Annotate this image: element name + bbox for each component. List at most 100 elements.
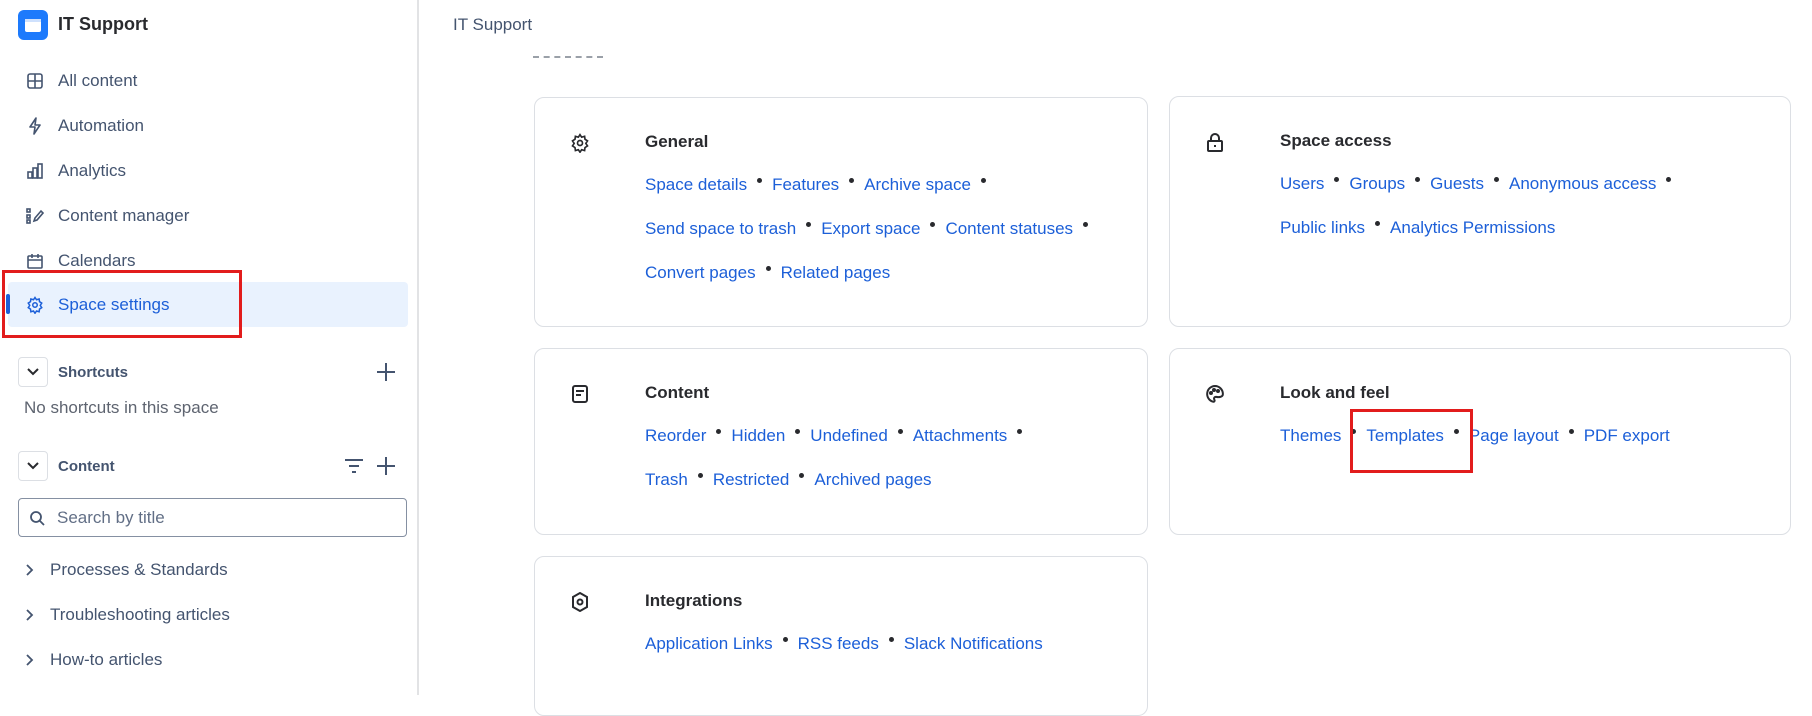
separator-bullet: [849, 177, 855, 183]
separator-bullet: [765, 265, 771, 271]
space-title[interactable]: IT Support: [58, 14, 148, 35]
link-hidden[interactable]: Hidden: [731, 426, 785, 446]
link-templates[interactable]: Templates: [1366, 426, 1443, 446]
breadcrumb-space[interactable]: IT Support: [453, 15, 532, 35]
clipped-heading: [533, 56, 603, 59]
link-row: Themes Templates Page layout PDF export: [1280, 414, 1670, 458]
link-pdf-export[interactable]: PDF export: [1584, 426, 1670, 446]
link-row: Convert pages Related pages: [645, 251, 1098, 295]
separator-bullet: [888, 636, 894, 642]
tree-item-processes-standards[interactable]: Processes & Standards: [24, 552, 404, 588]
separator-bullet: [806, 221, 812, 227]
link-themes[interactable]: Themes: [1280, 426, 1341, 446]
card-title: General: [645, 132, 709, 151]
nav-item-automation[interactable]: Automation: [8, 103, 408, 148]
card-title: Space access: [1280, 131, 1392, 150]
shortcuts-label: Shortcuts: [58, 363, 129, 381]
separator-bullet: [1415, 176, 1421, 182]
settings-card-space-access: Space access Users Groups Guests Anonymous a…: [1169, 96, 1791, 327]
link-send-space-to-trash[interactable]: Send space to trash: [645, 219, 796, 239]
separator-bullet: [930, 221, 936, 227]
link-rss-feeds[interactable]: RSS feeds: [798, 634, 879, 654]
chevron-right-icon[interactable]: [24, 608, 34, 622]
link-undefined[interactable]: Undefined: [810, 426, 888, 446]
collapse-content-button[interactable]: [18, 451, 48, 481]
content-manager-icon: [24, 205, 46, 227]
nav-item-content-manager[interactable]: Content manager: [8, 193, 408, 238]
settings-card-integrations: Integrations Application Links RSS feeds Sl…: [534, 556, 1148, 716]
chevron-right-icon[interactable]: [24, 653, 34, 667]
separator-bullet: [1351, 428, 1357, 434]
link-archived-pages[interactable]: Archived pages: [814, 470, 931, 490]
separator-bullet: [1083, 221, 1089, 227]
link-space-details[interactable]: Space details: [645, 175, 747, 195]
add-shortcut-plus-icon[interactable]: [374, 360, 398, 384]
link-guests[interactable]: Guests: [1430, 174, 1484, 194]
chevron-down-icon: [27, 368, 39, 376]
separator-bullet: [1334, 176, 1340, 182]
link-content-statuses[interactable]: Content statuses: [945, 219, 1073, 239]
chevron-right-icon[interactable]: [24, 563, 34, 577]
separator-bullet: [716, 428, 722, 434]
card-title: Integrations: [645, 591, 743, 610]
add-content-plus-icon[interactable]: [374, 454, 398, 478]
nav-item-label: Analytics: [58, 160, 127, 180]
link-row: Users Groups Guests Anonymous access: [1280, 162, 1681, 206]
calendar-icon: [24, 250, 46, 272]
link-features[interactable]: Features: [772, 175, 839, 195]
link-convert-pages[interactable]: Convert pages: [645, 263, 756, 283]
sidebar: IT Support All content Automation Analyt…: [0, 0, 419, 695]
link-export-space[interactable]: Export space: [821, 219, 920, 239]
nav-item-calendars[interactable]: Calendars: [8, 238, 408, 283]
nav-item-all-content[interactable]: All content: [8, 58, 408, 103]
active-indicator: [6, 294, 10, 314]
link-analytics-permissions[interactable]: Analytics Permissions: [1390, 218, 1555, 238]
no-shortcuts-text: No shortcuts in this space: [24, 398, 219, 417]
tree-item-label: Troubleshooting articles: [50, 605, 230, 624]
link-slack-notifications[interactable]: Slack Notifications: [904, 634, 1043, 654]
filter-icon[interactable]: [342, 454, 366, 478]
link-row: Reorder Hidden Undefined Attachments: [645, 414, 1032, 458]
grid-icon: [24, 70, 46, 92]
space-logo-icon: [18, 10, 48, 40]
link-users[interactable]: Users: [1280, 174, 1324, 194]
separator-bullet: [795, 428, 801, 434]
settings-card-look-and-feel: Look and feel Themes Templates Page layout P…: [1169, 348, 1791, 535]
tree-item-troubleshooting-articles[interactable]: Troubleshooting articles: [24, 597, 404, 633]
card-title: Content: [645, 383, 710, 402]
gear-icon: [24, 294, 46, 316]
nav-item-label: Automation: [58, 115, 144, 135]
link-anonymous-access[interactable]: Anonymous access: [1509, 174, 1656, 194]
page-icon: [569, 383, 591, 405]
nav-item-analytics[interactable]: Analytics: [8, 148, 408, 193]
settings-card-content: Content Reorder Hidden Undefined Attachments…: [534, 348, 1148, 535]
link-public-links[interactable]: Public links: [1280, 218, 1365, 238]
separator-bullet: [757, 177, 763, 183]
search-input[interactable]: [57, 507, 377, 528]
search-by-title-field[interactable]: [18, 498, 407, 537]
collapse-shortcuts-button[interactable]: [18, 357, 48, 387]
nav-item-label: All content: [58, 70, 138, 90]
separator-bullet: [1017, 428, 1023, 434]
tree-item-how-to-articles[interactable]: How-to articles: [24, 642, 404, 678]
separator-bullet: [1453, 428, 1459, 434]
hexagon-icon: [569, 591, 591, 613]
link-attachments[interactable]: Attachments: [913, 426, 1008, 446]
link-groups[interactable]: Groups: [1349, 174, 1405, 194]
separator-bullet: [1375, 220, 1381, 226]
link-archive-space[interactable]: Archive space: [864, 175, 971, 195]
link-row: Trash Restricted Archived pages: [645, 458, 1032, 502]
link-related-pages[interactable]: Related pages: [781, 263, 891, 283]
link-trash[interactable]: Trash: [645, 470, 688, 490]
content-section-header: Content: [18, 451, 408, 481]
chevron-down-icon: [27, 462, 39, 470]
link-reorder[interactable]: Reorder: [645, 426, 706, 446]
separator-bullet: [1568, 428, 1574, 434]
nav-item-space-settings[interactable]: Space settings: [8, 282, 408, 327]
link-restricted[interactable]: Restricted: [713, 470, 790, 490]
link-application-links[interactable]: Application Links: [645, 634, 773, 654]
separator-bullet: [980, 177, 986, 183]
separator-bullet: [799, 472, 805, 478]
shortcuts-section-header: Shortcuts: [18, 357, 408, 387]
link-page-layout[interactable]: Page layout: [1469, 426, 1559, 446]
